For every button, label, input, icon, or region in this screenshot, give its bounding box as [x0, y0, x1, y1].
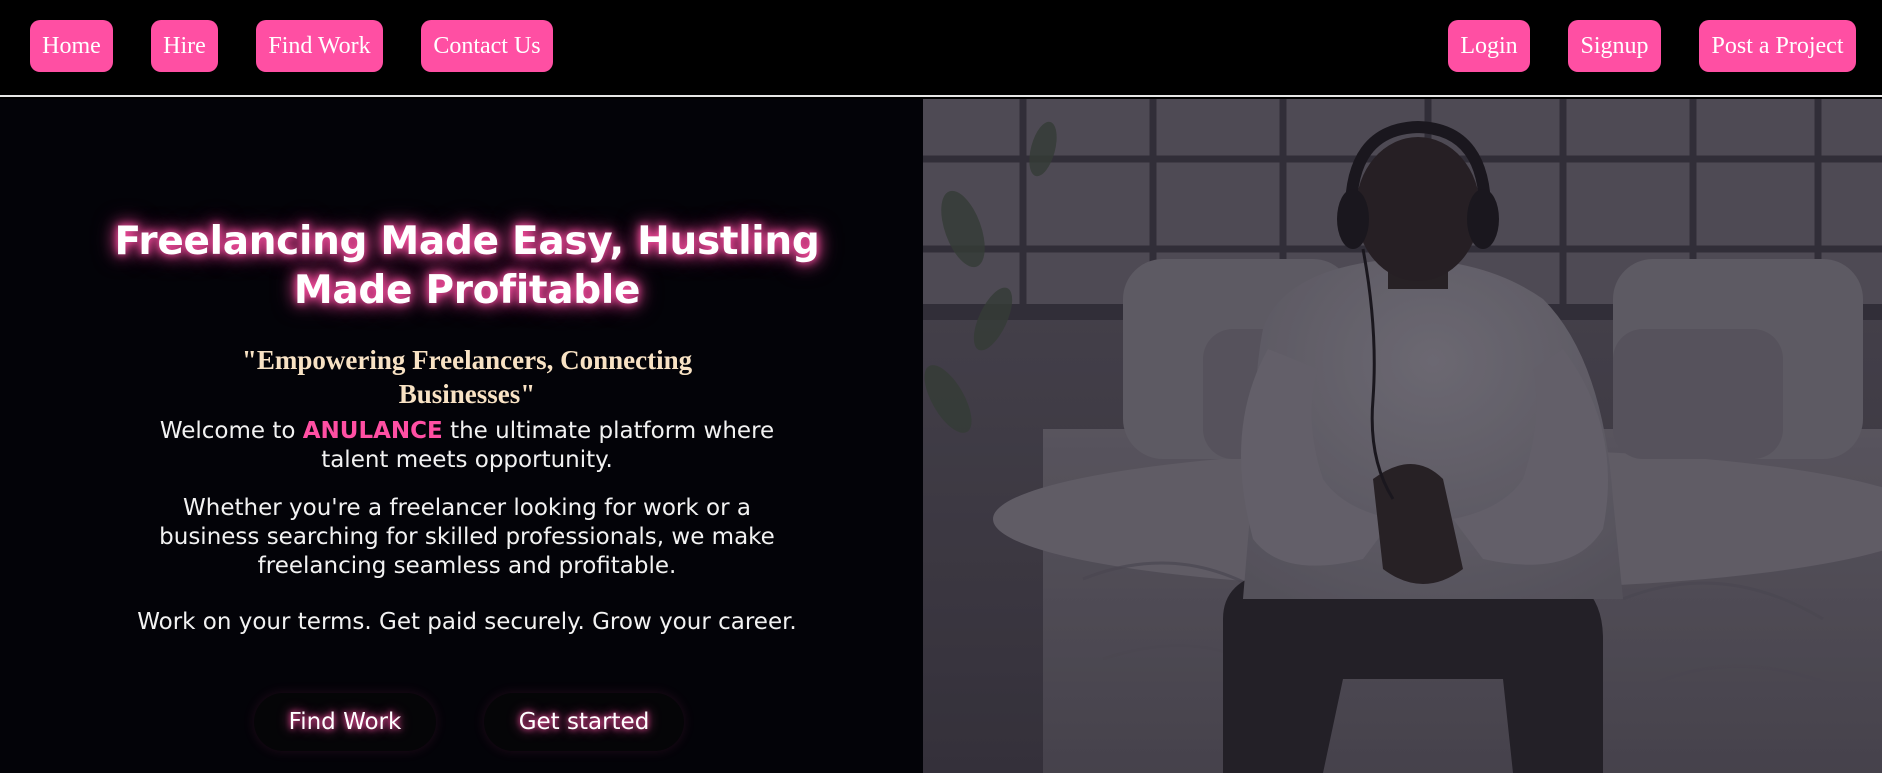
terms-text: Work on your terms. Get paid securely. G… [137, 609, 797, 635]
description-text: Whether you're a freelancer looking for … [159, 495, 775, 579]
welcome-text: Welcome to ANULANCE the ultimate platfor… [130, 417, 804, 475]
hero-photo-illustration [923, 99, 1882, 773]
nav-contact-button[interactable]: Contact Us [421, 20, 553, 72]
hero-text-panel: Freelancing Made Easy, Hustling Made Pro… [0, 99, 923, 773]
nav-login-button[interactable]: Login [1448, 20, 1530, 72]
brand-name: ANULANCE [302, 418, 443, 444]
nav-hire-button[interactable]: Hire [151, 20, 218, 72]
hero-background-video [923, 99, 1882, 773]
welcome-prefix: Welcome to [159, 418, 303, 444]
nav-signup-button[interactable]: Signup [1568, 20, 1661, 72]
hero-tagline: "Empowering Freelancers, Connecting Busi… [241, 345, 693, 409]
hero-title: Freelancing Made Easy, Hustling Made Pro… [114, 219, 820, 313]
top-navbar: Home Hire Find Work Contact Us Login Sig… [0, 0, 1882, 97]
get-started-cta-button[interactable]: Get started [484, 693, 684, 751]
find-work-cta-button[interactable]: Find Work [254, 693, 436, 751]
nav-post-project-button[interactable]: Post a Project [1699, 20, 1856, 72]
nav-find-work-button[interactable]: Find Work [256, 20, 383, 72]
nav-home-button[interactable]: Home [30, 20, 113, 72]
